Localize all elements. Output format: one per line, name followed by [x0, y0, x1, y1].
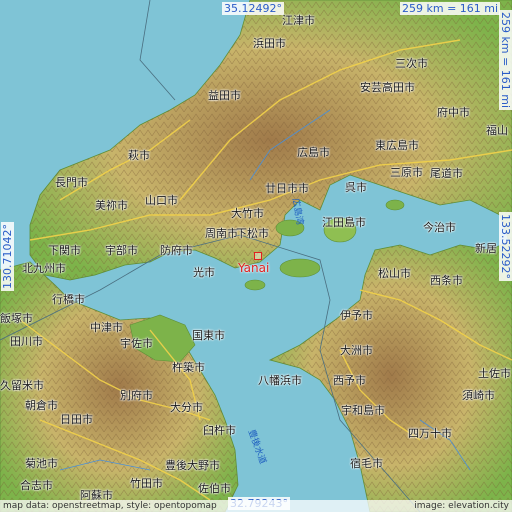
- city-label: 安芸高田市: [360, 81, 415, 94]
- city-label: 杵築市: [172, 361, 205, 374]
- topographic-map[interactable]: 35.12492° 259 km = 161 mi 130.71042° 259…: [0, 0, 512, 512]
- city-label: 伊予市: [340, 309, 373, 322]
- city-label: 三原市: [390, 166, 423, 179]
- city-label: 福山: [486, 124, 508, 137]
- city-label: 大洲市: [340, 344, 373, 357]
- coord-left: 130.71042°: [1, 222, 14, 291]
- city-label: 大竹市: [231, 207, 264, 220]
- city-label: 四万十市: [408, 427, 452, 440]
- city-label: 国東市: [192, 329, 225, 342]
- city-label: 益田市: [208, 89, 241, 102]
- coord-right: 133.52292°: [499, 212, 512, 281]
- city-label: 府中市: [437, 106, 470, 119]
- attribution-left: map data: openstreetmap, style: opentopo…: [3, 501, 217, 511]
- city-label: 田川市: [10, 335, 43, 348]
- city-label: 臼杵市: [203, 424, 236, 437]
- city-label: 山口市: [145, 194, 178, 207]
- marker-label: Yanai: [238, 261, 270, 275]
- city-label: 別府市: [120, 389, 153, 402]
- scale-top: 259 km = 161 mi: [400, 2, 501, 15]
- city-label: 萩市: [128, 149, 150, 162]
- city-label: 宇佐市: [120, 337, 153, 350]
- city-label: 北九州市: [22, 262, 66, 275]
- city-label: 江津市: [282, 14, 315, 27]
- city-label: 今治市: [423, 221, 456, 234]
- city-label: 松山市: [378, 267, 411, 280]
- city-label: 三次市: [395, 57, 428, 70]
- city-label: 竹田市: [130, 477, 163, 490]
- city-label: 宿毛市: [350, 457, 383, 470]
- attribution-right: image: elevation.city: [414, 501, 509, 511]
- city-label: 光市: [193, 266, 215, 279]
- city-label: 行橋市: [52, 293, 85, 306]
- city-label: 朝倉市: [25, 399, 58, 412]
- attribution-bar: map data: openstreetmap, style: opentopo…: [0, 500, 512, 512]
- coord-top: 35.12492°: [222, 2, 284, 15]
- city-label: 西条市: [430, 274, 463, 287]
- city-label: 尾道市: [430, 167, 463, 180]
- location-marker[interactable]: [254, 252, 262, 260]
- city-label: 東広島市: [375, 139, 419, 152]
- city-label: 佐伯市: [198, 482, 231, 495]
- city-label: 八幡浜市: [258, 374, 302, 387]
- city-label: 長門市: [55, 176, 88, 189]
- city-label: 美祢市: [95, 199, 128, 212]
- city-label: 中津市: [90, 321, 123, 334]
- city-label: 江田島市: [322, 216, 366, 229]
- city-label: 広島市: [297, 146, 330, 159]
- city-label: 防府市: [160, 244, 193, 257]
- city-label: 宇和島市: [341, 404, 385, 417]
- city-label: 土佐市: [478, 367, 511, 380]
- city-label: 宇部市: [105, 244, 138, 257]
- city-label: 廿日市市: [265, 182, 309, 195]
- city-label: 豊後大野市: [165, 459, 220, 472]
- city-label: 久留米市: [0, 379, 44, 392]
- city-label: 下松市: [236, 227, 269, 240]
- city-label: 須崎市: [462, 389, 495, 402]
- city-label: 大分市: [170, 401, 203, 414]
- city-label: 周南市: [205, 227, 238, 240]
- city-label: 日田市: [60, 413, 93, 426]
- scale-right: 259 km = 161 mi: [499, 10, 512, 111]
- city-label: 新居: [475, 242, 497, 255]
- city-label: 飯塚市: [0, 312, 33, 325]
- city-label: 下関市: [48, 244, 81, 257]
- city-label: 呉市: [345, 181, 367, 194]
- city-label: 菊池市: [25, 457, 58, 470]
- city-label: 浜田市: [253, 37, 286, 50]
- city-label: 西予市: [333, 374, 366, 387]
- city-label: 合志市: [20, 479, 53, 492]
